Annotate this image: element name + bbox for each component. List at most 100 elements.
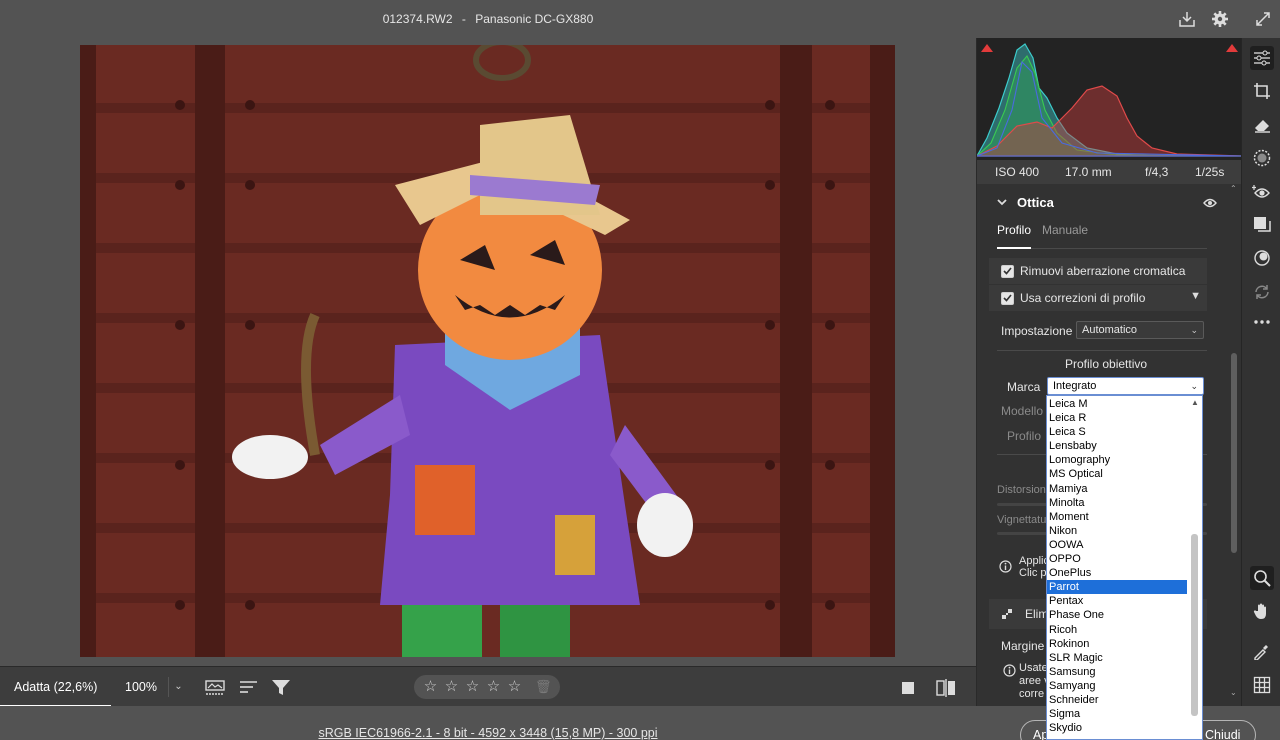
file-info-link[interactable]: sRGB IEC61966-2.1 - 8 bit - 4592 x 3448 …	[0, 726, 976, 740]
dropdown-option[interactable]: OnePlus	[1047, 566, 1187, 580]
dropdown-option[interactable]: Nikon	[1047, 524, 1187, 538]
single-view-icon[interactable]	[896, 677, 920, 699]
dropdown-option[interactable]: Lensbaby	[1047, 439, 1187, 453]
profile-label: Profilo	[1007, 429, 1042, 443]
shadow-clip-warning-icon[interactable]	[981, 44, 993, 52]
grid-icon[interactable]	[1250, 673, 1274, 697]
info-icon	[999, 560, 1012, 573]
setting-value: Automatico	[1082, 324, 1138, 336]
dropdown-option[interactable]: Ricoh	[1047, 623, 1187, 637]
zoom-dropdown-chevron-icon[interactable]: ⌄	[168, 677, 188, 697]
dropdown-option[interactable]: OOWA	[1047, 538, 1187, 552]
gear-icon[interactable]	[1208, 7, 1232, 31]
dropdown-scroll-thumb[interactable]	[1191, 534, 1198, 716]
filmstrip-icon[interactable]	[203, 677, 227, 699]
edit-sliders-icon[interactable]	[1250, 46, 1274, 70]
dropdown-option[interactable]: Mamiya	[1047, 482, 1187, 496]
dropdown-option[interactable]: Samsung	[1047, 665, 1187, 679]
filter-icon[interactable]	[269, 677, 293, 699]
chromatic-aberration-label: Rimuovi aberrazione cromatica	[1020, 264, 1186, 278]
panel-scroll-thumb[interactable]	[1231, 353, 1237, 553]
scroll-up-arrow-icon[interactable]: ▲	[1191, 398, 1199, 407]
snapshots-icon[interactable]	[1250, 213, 1274, 237]
make-dropdown-list[interactable]: Leica M Leica R Leica S Lensbaby Lomogra…	[1046, 395, 1203, 740]
tab-profile[interactable]: Profilo	[997, 223, 1031, 237]
distortion-label: Distorsione	[997, 484, 1053, 496]
info2-line3: corre	[1019, 688, 1045, 700]
profile-corrections-label: Usa correzioni di profilo	[1020, 291, 1146, 305]
star-4-icon[interactable]: ☆	[485, 675, 502, 699]
star-3-icon[interactable]: ☆	[464, 675, 481, 699]
crop-icon[interactable]	[1250, 79, 1274, 103]
dropdown-option[interactable]: Moment	[1047, 510, 1187, 524]
more-icon[interactable]	[1250, 310, 1274, 334]
star-1-icon[interactable]: ☆	[422, 675, 439, 699]
eye-icon[interactable]	[1203, 198, 1217, 208]
color-sampler-icon[interactable]	[1250, 639, 1274, 663]
dropdown-option[interactable]: SLR Magic	[1047, 651, 1187, 665]
profile-corrections-checkbox[interactable]	[1001, 291, 1014, 305]
dropdown-option[interactable]: Minolta	[1047, 496, 1187, 510]
make-value: Integrato	[1053, 380, 1097, 392]
mask-icon[interactable]	[1250, 146, 1274, 170]
photo-preview	[80, 45, 895, 657]
zoom-icon[interactable]	[1250, 566, 1274, 590]
model-label: Modello	[1001, 404, 1044, 418]
save-icon[interactable]	[1175, 7, 1199, 31]
dropdown-option[interactable]: Pentax	[1047, 594, 1187, 608]
dropdown-option[interactable]: MS Optical	[1047, 467, 1187, 481]
dropdown-option[interactable]: Samyang	[1047, 679, 1187, 693]
exif-info: ISO 400 17.0 mm f/4,3 1/25s	[977, 160, 1242, 184]
dropdown-option[interactable]: Leica R	[1047, 411, 1187, 425]
chromatic-aberration-row: Rimuovi aberrazione cromatica	[989, 258, 1207, 284]
sync-icon[interactable]	[1250, 280, 1274, 304]
dropdown-option[interactable]: Phase One	[1047, 608, 1187, 622]
make-select[interactable]: Integrato ⌄	[1047, 377, 1204, 395]
make-label: Marca	[1007, 380, 1041, 394]
camera-model: Panasonic DC-GX880	[475, 12, 594, 26]
dropdown-option[interactable]: OPPO	[1047, 552, 1187, 566]
dropdown-option[interactable]: Leica M	[1047, 397, 1187, 411]
dropdown-option-selected[interactable]: Parrot	[1047, 580, 1187, 595]
tool-strip	[1241, 38, 1280, 706]
optics-tabs: Profilo Manuale	[997, 219, 1207, 249]
trash-icon[interactable]: 🗑	[535, 679, 552, 695]
zoom-100-button[interactable]: 100%	[113, 667, 169, 707]
optics-section-header[interactable]: Ottica	[993, 194, 1218, 216]
hand-icon[interactable]	[1250, 599, 1274, 623]
star-rating: ☆ ☆ ☆ ☆ ☆ 🗑	[414, 675, 560, 699]
raw-editor-window: 012374.RW2 - Panasonic DC-GX880 Adatta (…	[0, 0, 1280, 740]
setting-label: Impostazione	[1001, 324, 1073, 338]
tab-manual[interactable]: Manuale	[1042, 223, 1088, 237]
presets-icon[interactable]	[1250, 246, 1274, 270]
chromatic-icon	[1002, 609, 1012, 619]
panel-scrollbar[interactable]: ⌃ ⌄	[1229, 184, 1239, 704]
chromatic-aberration-checkbox[interactable]	[1001, 264, 1014, 278]
chevron-down-icon[interactable]	[997, 199, 1007, 207]
dropdown-option[interactable]: Leica S	[1047, 425, 1187, 439]
dropdown-option[interactable]: Sigma	[1047, 707, 1187, 721]
dropdown-scrollbar[interactable]: ▲	[1188, 396, 1202, 739]
star-2-icon[interactable]: ☆	[443, 675, 460, 699]
zoom-fit-button[interactable]: Adatta (22,6%)	[0, 667, 111, 707]
info2-line1: Usate	[1019, 662, 1048, 674]
before-after-icon[interactable]	[934, 677, 958, 699]
exif-focal-length: 17.0 mm	[1065, 165, 1112, 179]
image-canvas[interactable]	[0, 38, 976, 666]
sort-icon[interactable]	[237, 677, 261, 699]
dropdown-option[interactable]: Rokinon	[1047, 637, 1187, 651]
setting-select[interactable]: Automatico ⌄	[1076, 321, 1204, 339]
collapse-triangle-icon[interactable]: ▼	[1190, 290, 1201, 302]
scroll-up-icon[interactable]: ⌃	[1230, 184, 1237, 193]
bottom-toolbar: Adatta (22,6%) 100% ⌄ ☆ ☆ ☆ ☆ ☆ 🗑	[0, 666, 976, 707]
star-5-icon[interactable]: ☆	[506, 675, 523, 699]
active-tab-indicator	[997, 247, 1031, 249]
eraser-icon[interactable]	[1250, 113, 1274, 137]
fullscreen-icon[interactable]	[1251, 7, 1275, 31]
dropdown-option[interactable]: Lomography	[1047, 453, 1187, 467]
scroll-down-icon[interactable]: ⌄	[1230, 688, 1237, 697]
highlight-clip-warning-icon[interactable]	[1226, 44, 1238, 52]
dropdown-option[interactable]: Schneider	[1047, 693, 1187, 707]
redeye-icon[interactable]	[1250, 180, 1274, 204]
dropdown-option[interactable]: Skydio	[1047, 721, 1187, 735]
